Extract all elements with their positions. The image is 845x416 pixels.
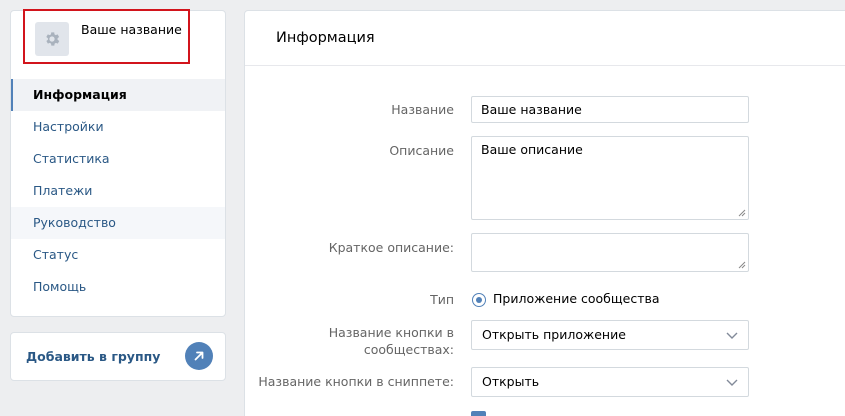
chevron-down-icon	[726, 379, 738, 386]
chevron-down-icon	[726, 332, 738, 339]
add-to-group-card[interactable]: Добавить в группу	[10, 332, 226, 381]
resize-grip-icon[interactable]	[738, 209, 746, 217]
sidebar-item-payments[interactable]: Платежи	[11, 175, 225, 207]
arrow-up-right-icon	[194, 351, 204, 361]
resize-grip-icon[interactable]	[738, 261, 746, 269]
button-name-value: Открыть приложение	[482, 327, 626, 342]
sidebar-item-settings[interactable]: Настройки	[11, 111, 225, 143]
name-label: Название	[391, 102, 454, 117]
sidebar-item-info[interactable]: Информация	[11, 79, 225, 111]
app-avatar[interactable]	[35, 22, 69, 56]
main-panel: Информация Название Описание Ваше описан…	[244, 10, 845, 416]
sidebar-card: Ваше название Информация Настройки Стати…	[10, 10, 226, 317]
short-description-label: Краткое описание:	[328, 240, 454, 255]
sidebar-menu: Информация Настройки Статистика Платежи …	[11, 79, 225, 303]
snippet-button-select[interactable]: Открыть	[471, 367, 749, 397]
sidebar-item-help[interactable]: Помощь	[11, 271, 225, 303]
checkbox[interactable]	[471, 411, 486, 416]
add-to-group-link[interactable]: Добавить в группу	[26, 349, 160, 364]
page-title: Информация	[245, 11, 845, 66]
short-description-textarea[interactable]	[471, 233, 749, 272]
button-name-label-line1: Название кнопки в	[328, 325, 454, 340]
snippet-button-label: Название кнопки в сниппете:	[258, 374, 454, 389]
sidebar-item-guide[interactable]: Руководство	[11, 207, 225, 239]
button-name-label-line2: сообществах:	[363, 342, 454, 357]
name-input[interactable]	[471, 96, 749, 123]
app-header[interactable]: Ваше название	[11, 11, 225, 79]
app-name: Ваше название	[81, 22, 182, 37]
type-radio[interactable]	[472, 293, 486, 307]
description-text: Ваше описание	[481, 142, 583, 157]
sidebar-item-status[interactable]: Статус	[11, 239, 225, 271]
snippet-button-value: Открыть	[482, 374, 540, 389]
button-name-select[interactable]: Открыть приложение	[471, 320, 749, 350]
button-name-label: Название кнопки в сообществах:	[329, 324, 454, 358]
description-label: Описание	[389, 143, 454, 158]
type-label: Тип	[430, 292, 454, 307]
add-to-group-button[interactable]	[185, 342, 213, 370]
type-radio-label[interactable]: Приложение сообщества	[493, 291, 660, 306]
gear-icon	[46, 32, 60, 46]
sidebar-item-statistics[interactable]: Статистика	[11, 143, 225, 175]
description-textarea[interactable]: Ваше описание	[471, 136, 749, 220]
